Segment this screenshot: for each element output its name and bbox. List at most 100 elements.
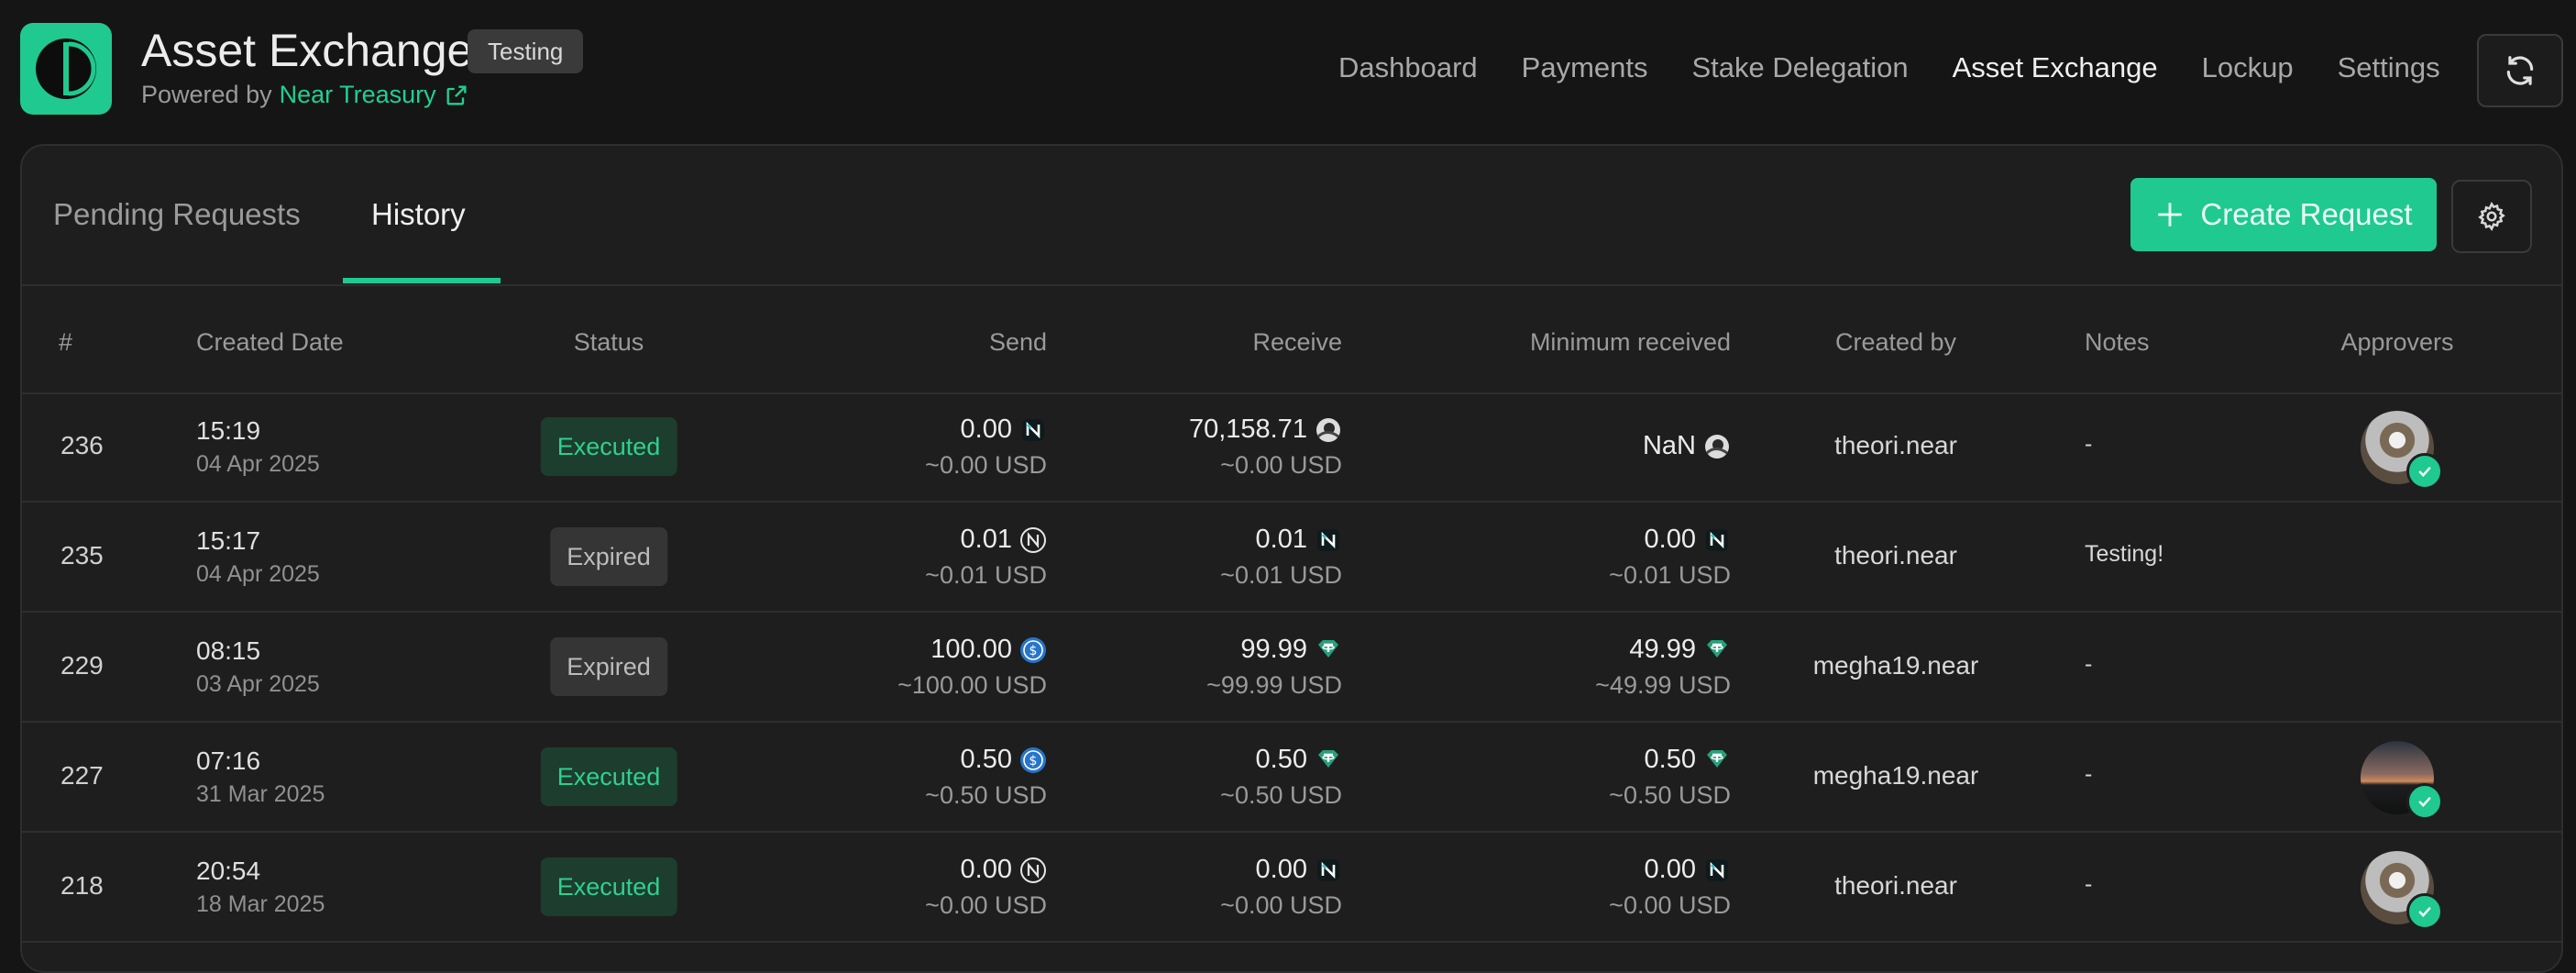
approver-avatar [2361,741,2443,820]
table-row[interactable]: 227 07:16 31 Mar 2025 Executed 0.50 $ ~0.50 US… [22,723,2561,833]
send-amount: 0.00 [961,855,1047,885]
created-time: 20:54 [196,857,261,885]
approved-check-icon [2406,893,2443,930]
usdt-icon [1315,636,1342,664]
created-date: 04 Apr 2025 [196,561,320,587]
request-id: 235 [61,541,104,569]
usdt-icon [1703,746,1731,774]
receive-usd: ~0.00 USD [1220,451,1342,479]
receive-amount: 70,158.71 [1189,415,1342,445]
nav-settings[interactable]: Settings [2338,51,2440,84]
created-time: 15:19 [196,416,261,445]
app-logo [20,23,112,115]
app-title: Asset Exchange [141,25,473,76]
receive-amount-value: 0.50 [1255,745,1307,774]
receive-amount-value: 99.99 [1240,635,1307,664]
minimum-amount: 0.00 [1645,855,1731,885]
minimum-usd: ~0.00 USD [1609,891,1731,919]
near-wrapped-icon [1703,857,1731,884]
created-date: 03 Apr 2025 [196,671,320,697]
astronaut-token-icon [1703,433,1731,460]
external-link-icon [446,85,467,105]
send-usd: ~0.00 USD [925,451,1047,479]
near-icon [1019,857,1047,884]
created-date: 04 Apr 2025 [196,451,320,477]
created-time: 07:16 [196,746,261,775]
tab-pending-requests[interactable]: Pending Requests [53,197,301,232]
created-by: theori.near [1834,871,1957,900]
minimum-amount-value: 0.00 [1644,525,1696,554]
approver-avatar [2361,411,2443,490]
created-date: 18 Mar 2025 [196,891,325,917]
minimum-usd: ~0.01 USD [1609,561,1731,589]
col-created-date: Created Date [196,328,344,356]
near-wrapped-icon [1315,857,1342,884]
nav-lockup[interactable]: Lockup [2202,51,2294,84]
status-badge: Expired [550,527,667,586]
nav-stake-delegation[interactable]: Stake Delegation [1692,51,1909,84]
send-usd: ~0.50 USD [925,781,1047,809]
minimum-usd: ~49.99 USD [1595,671,1731,699]
send-amount-value: 100.00 [930,635,1012,664]
refresh-button[interactable] [2477,34,2563,107]
nav-payments[interactable]: Payments [1522,51,1648,84]
minimum-amount: 0.00 [1645,525,1731,555]
near-wrapped-icon [1315,526,1342,554]
receive-usd: ~0.50 USD [1220,781,1342,809]
create-request-button[interactable]: Create Request [2130,178,2437,251]
gear-icon [2478,202,2505,231]
minimum-usd: ~0.50 USD [1609,781,1731,809]
send-amount-value: 0.50 [960,745,1012,774]
receive-amount-value: 0.00 [1255,855,1307,884]
table-settings-button[interactable] [2451,180,2532,253]
near-treasury-link-label: Near Treasury [279,81,436,108]
tab-history[interactable]: History [371,197,466,232]
approved-check-icon [2406,453,2443,490]
minimum-amount-value: 49.99 [1629,635,1696,664]
status-badge: Executed [540,747,677,806]
usdc-icon: $ [1019,746,1047,774]
receive-amount-value: 0.01 [1255,525,1307,554]
receive-amount: 0.01 [1256,525,1342,555]
col-minimum-received: Minimum received [1529,328,1731,356]
table-row[interactable]: 218 20:54 18 Mar 2025 Executed 0.00 ~0.00 USD… [22,833,2561,943]
environment-badge: Testing [468,29,584,73]
created-by: megha19.near [1812,761,1979,790]
plus-icon [2158,203,2183,227]
request-id: 229 [61,651,104,680]
approved-check-icon [2406,783,2443,820]
tab-bar: Pending Requests History Create Request [22,146,2561,286]
table-row[interactable]: 229 08:15 03 Apr 2025 Expired 100.00 $ ~100.00… [22,613,2561,723]
receive-amount: 99.99 [1240,635,1342,665]
created-by: theori.near [1834,541,1957,569]
send-amount-value: 0.01 [960,525,1012,554]
col-approvers: Approvers [2340,328,2454,356]
notes: - [2085,651,2093,677]
minimum-amount-value: 0.00 [1644,855,1696,884]
send-amount-value: 0.00 [960,855,1012,884]
send-amount-value: 0.00 [960,415,1012,444]
status-badge: Executed [540,857,677,916]
table-header: # Created Date Status Send Receive Minim… [22,284,2561,394]
created-by: theori.near [1834,431,1957,459]
minimum-amount-value: 0.50 [1644,745,1696,774]
send-usd: ~0.00 USD [925,891,1047,919]
nav-dashboard[interactable]: Dashboard [1338,51,1478,84]
table-row[interactable]: 236 15:19 04 Apr 2025 Executed 0.00 ~0.00 USD… [22,393,2561,503]
near-icon [1019,526,1047,554]
table-row[interactable]: 235 15:17 04 Apr 2025 Expired 0.01 ~0.01 USD 0… [22,503,2561,613]
request-id: 218 [61,871,104,900]
nav-asset-exchange[interactable]: Asset Exchange [1953,51,2158,84]
status-badge: Executed [540,417,677,476]
create-request-label: Create Request [2200,197,2413,231]
col-id: # [59,328,73,356]
usdt-icon [1703,636,1731,664]
col-send: Send [988,328,1047,356]
near-treasury-link[interactable]: Near Treasury [280,81,469,109]
request-id: 236 [61,431,104,459]
col-receive: Receive [1252,328,1342,356]
created-time: 08:15 [196,636,261,665]
notes: - [2085,871,2093,897]
usdt-icon [1315,746,1342,774]
receive-amount: 0.00 [1256,855,1342,885]
